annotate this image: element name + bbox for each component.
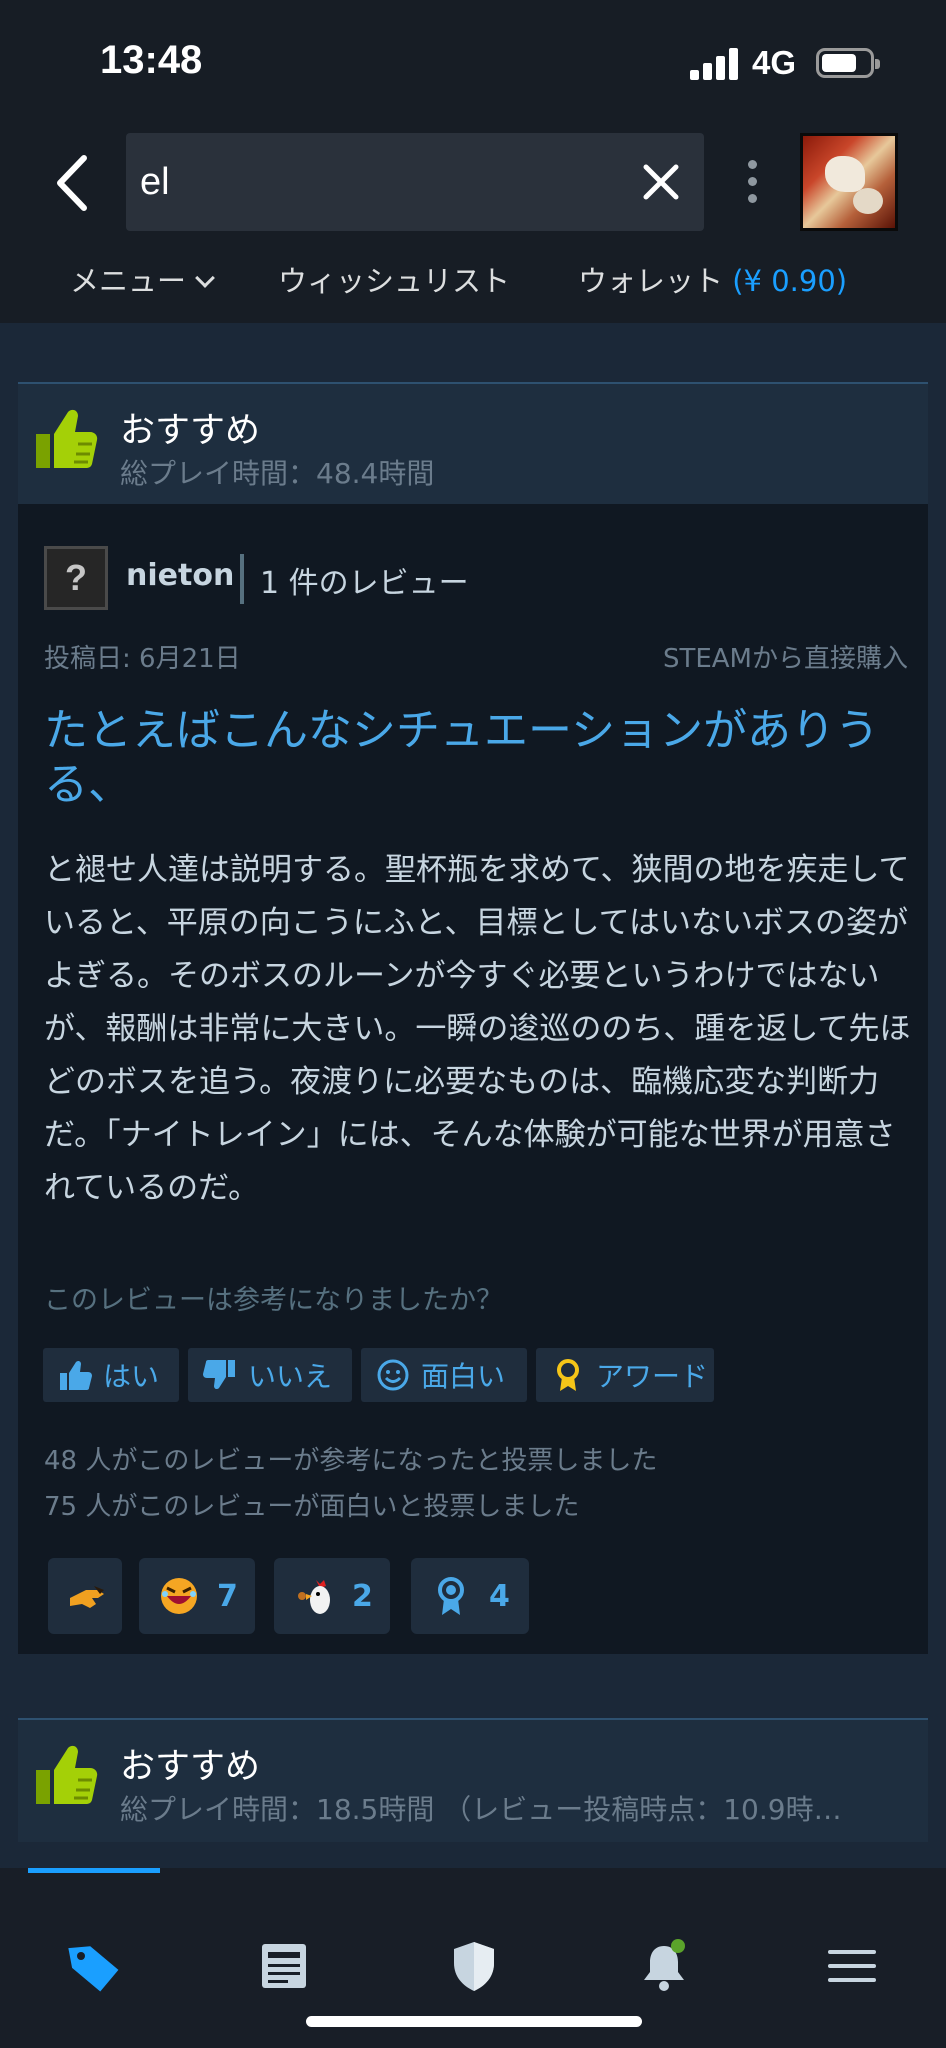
back-arrow-icon [57,155,87,211]
helpful-question: このレビューは参考になりましたか？ [44,1285,503,1316]
reaction-count: 2 [352,1578,373,1614]
nav-wallet-label: ウォレット [578,264,724,298]
tab-guard[interactable] [446,1938,502,1994]
vote-funny-label: 面白い [421,1360,506,1393]
funny-count-text: 75 人がこのレビューが面白いと投票しました [44,1492,580,1522]
award-ribbon-icon [438,1577,464,1615]
reaction-count: 4 [489,1578,510,1614]
author-review-count[interactable]: 1 件のレビュー [260,558,469,602]
kebab-menu-icon[interactable] [742,160,762,204]
smiley-icon [377,1359,409,1391]
review-card: おすすめ 総プレイ時間：48.4時間 ? nieton 1 件のレビュー 投稿日… [18,382,928,1654]
author-name[interactable]: nieton [126,558,234,593]
rooster-icon [298,1580,330,1614]
nav-wishlist[interactable]: ウィッシュリスト [278,258,510,300]
user-avatar[interactable] [800,133,898,231]
playtime: 総プレイ時間：18.5時間 （レビュー投稿時点：10.9時… [120,1793,842,1826]
nav-menu[interactable]: メニュー [70,258,215,300]
review-title: たとえばこんなシチュエーションがありうる、 [44,705,880,810]
top-nav: メニュー ウィッシュリスト ウォレット (¥ 0.90) [0,258,946,298]
review-body: と褪せ人達は説明する。聖杯瓶を求めて、狭間の地を疾走していると、平原の向こうにふ… [44,852,911,1206]
posted-date: 投稿日: 6月21日 [44,644,241,674]
vote-no-label: いいえ [248,1360,333,1393]
award-icon [557,1359,579,1391]
network-type: 4G [752,44,797,81]
clear-search-button[interactable] [638,159,684,205]
home-indicator [306,2016,642,2027]
chevron-down-icon [195,268,215,288]
helpful-count-text: 48 人がこのレビューが参考になったと投票しました [44,1446,658,1476]
recommendation-banner[interactable]: おすすめ 総プレイ時間：48.4時間 [18,382,928,504]
reaction-pointing-hand[interactable] [48,1558,122,1634]
playtime: 総プレイ時間：48.4時間 [120,457,435,490]
vote-yes-label: はい [103,1360,160,1393]
thumbs-down-icon [203,1360,235,1390]
thumbs-up-icon [60,1360,92,1390]
notification-dot [671,1939,685,1953]
close-icon [643,164,679,200]
search-box [126,133,704,231]
recommendation-label: おすすめ [120,411,261,451]
reaction-laughing[interactable]: 7 [139,1558,255,1634]
reaction-count: 7 [217,1578,238,1614]
vote-no-button[interactable]: いいえ [188,1348,352,1402]
tab-menu[interactable] [824,1938,880,1994]
search-input[interactable] [140,151,600,213]
bell-icon [644,1939,685,1991]
laughing-face-icon [161,1578,197,1614]
store-tag-icon [68,1946,119,1992]
nav-menu-label: メニュー [70,264,187,298]
nav-wallet[interactable]: ウォレット (¥ 0.90) [578,258,847,300]
recommendation-label: おすすめ [120,1747,261,1787]
tab-store[interactable] [66,1938,122,1994]
news-icon [262,1944,306,1988]
battery-icon [816,48,880,78]
thumbs-up-icon [36,1745,98,1804]
back-button[interactable] [48,150,98,216]
vote-yes-button[interactable]: はい [43,1348,179,1402]
divider [240,554,244,604]
vote-funny-button[interactable]: 面白い [361,1348,527,1402]
signal-icon [690,48,738,80]
reaction-rooster[interactable]: 2 [274,1558,390,1634]
author-avatar[interactable]: ? [44,546,108,610]
wallet-amount: (¥ 0.90) [732,264,848,298]
thumbs-up-icon [36,409,98,468]
pointing-hand-icon [70,1586,104,1608]
tab-notifications[interactable] [636,1938,692,1994]
award-label: アワード [596,1360,709,1393]
recommendation-banner-2[interactable]: おすすめ 総プレイ時間：18.5時間 （レビュー投稿時点：10.9時… [18,1718,928,1842]
status-time: 13:48 [100,38,203,82]
purchase-source: STEAMから直接購入 [662,644,908,674]
menu-icon [828,1950,876,1982]
active-tab-indicator [28,1868,160,1873]
shield-icon [454,1942,494,1991]
reaction-award[interactable]: 4 [411,1558,529,1634]
tab-news[interactable] [256,1938,312,1994]
award-button[interactable]: アワード [536,1348,714,1402]
